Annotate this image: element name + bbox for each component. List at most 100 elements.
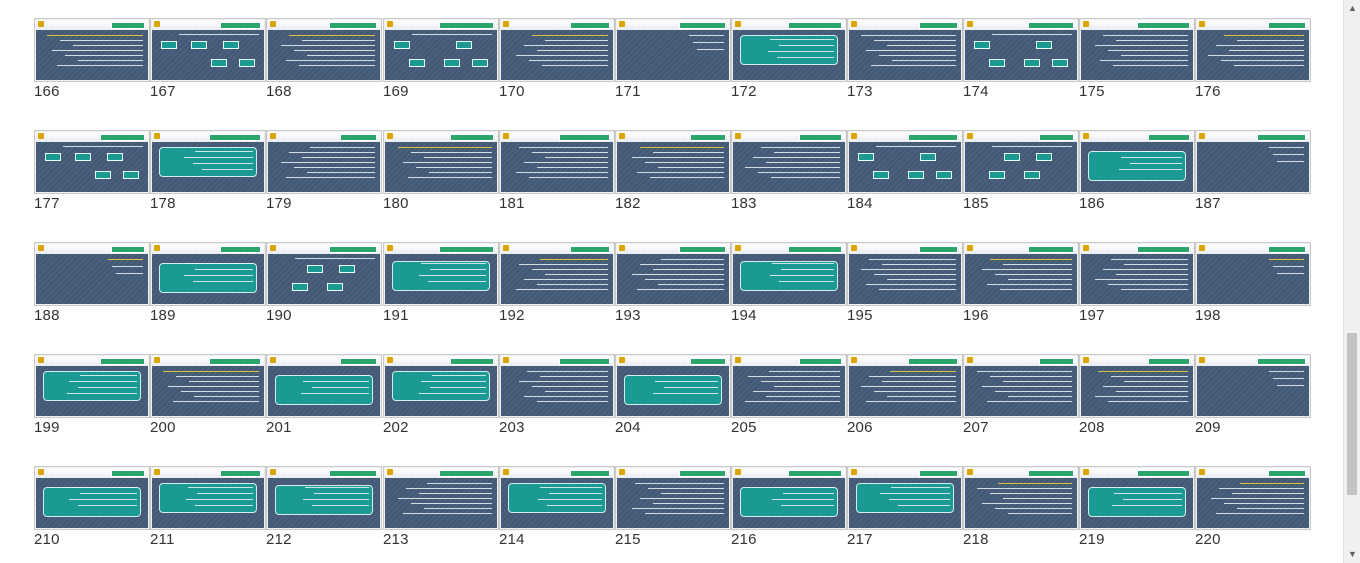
slide-thumbnail[interactable]: 192	[499, 242, 615, 330]
slide-thumbnail[interactable]: 170	[499, 18, 615, 106]
slide-thumbnail[interactable]: 185	[963, 130, 1079, 218]
slide-preview[interactable]	[34, 466, 150, 530]
slide-preview[interactable]	[150, 18, 266, 82]
slide-thumbnail[interactable]: 182	[615, 130, 731, 218]
slide-preview[interactable]	[383, 354, 499, 418]
slide-preview[interactable]	[963, 18, 1079, 82]
slide-preview[interactable]	[847, 18, 963, 82]
slide-thumbnail[interactable]: 183	[731, 130, 847, 218]
slide-thumbnail[interactable]: 220	[1195, 466, 1311, 554]
slide-thumbnail[interactable]: 214	[499, 466, 615, 554]
scroll-up-icon[interactable]: ▲	[1344, 0, 1360, 17]
slide-thumbnail[interactable]: 178	[150, 130, 266, 218]
slide-preview[interactable]	[1195, 18, 1311, 82]
slide-preview[interactable]	[150, 354, 266, 418]
slide-preview[interactable]	[963, 354, 1079, 418]
slide-preview[interactable]	[731, 18, 847, 82]
slide-preview[interactable]	[499, 466, 615, 530]
slide-preview[interactable]	[266, 354, 382, 418]
slide-preview[interactable]	[34, 18, 150, 82]
slide-thumbnail[interactable]: 212	[266, 466, 382, 554]
slide-preview[interactable]	[383, 242, 499, 306]
slide-thumbnail[interactable]: 171	[615, 18, 731, 106]
slide-thumbnail[interactable]: 181	[499, 130, 615, 218]
vertical-scrollbar[interactable]: ▲ ▼	[1343, 0, 1360, 563]
slide-preview[interactable]	[963, 466, 1079, 530]
slide-preview[interactable]	[34, 130, 150, 194]
slide-thumbnail[interactable]: 188	[34, 242, 150, 330]
slide-thumbnail[interactable]: 208	[1079, 354, 1195, 442]
slide-thumbnail[interactable]: 216	[731, 466, 847, 554]
slide-thumbnail[interactable]: 179	[266, 130, 382, 218]
slide-thumbnail[interactable]: 184	[847, 130, 963, 218]
slide-thumbnail[interactable]: 210	[34, 466, 150, 554]
slide-thumbnail[interactable]: 217	[847, 466, 963, 554]
slide-thumbnail[interactable]: 175	[1079, 18, 1195, 106]
slide-preview[interactable]	[383, 130, 499, 194]
slide-preview[interactable]	[499, 130, 615, 194]
slide-thumbnail[interactable]: 206	[847, 354, 963, 442]
slide-thumbnail[interactable]: 211	[150, 466, 266, 554]
slide-preview[interactable]	[34, 354, 150, 418]
slide-thumbnail[interactable]: 204	[615, 354, 731, 442]
slide-thumbnail[interactable]: 219	[1079, 466, 1195, 554]
slide-preview[interactable]	[1079, 354, 1195, 418]
slide-thumbnail[interactable]: 173	[847, 18, 963, 106]
slide-preview[interactable]	[266, 18, 382, 82]
slide-thumbnail[interactable]: 176	[1195, 18, 1311, 106]
slide-thumbnail[interactable]: 196	[963, 242, 1079, 330]
slide-thumbnail[interactable]: 201	[266, 354, 382, 442]
slide-thumbnail[interactable]: 209	[1195, 354, 1311, 442]
slide-thumbnail[interactable]: 213	[383, 466, 499, 554]
slide-preview[interactable]	[1195, 130, 1311, 194]
slide-thumbnail[interactable]: 172	[731, 18, 847, 106]
slide-preview[interactable]	[1079, 466, 1195, 530]
slide-preview[interactable]	[615, 242, 731, 306]
slide-thumbnail[interactable]: 169	[383, 18, 499, 106]
slide-preview[interactable]	[1195, 354, 1311, 418]
slide-thumbnail[interactable]: 207	[963, 354, 1079, 442]
slide-preview[interactable]	[1079, 242, 1195, 306]
slide-preview[interactable]	[499, 242, 615, 306]
slide-preview[interactable]	[963, 242, 1079, 306]
slide-preview[interactable]	[383, 466, 499, 530]
slide-preview[interactable]	[150, 466, 266, 530]
slide-thumbnail[interactable]: 186	[1079, 130, 1195, 218]
slide-preview[interactable]	[615, 130, 731, 194]
slide-thumbnail[interactable]: 177	[34, 130, 150, 218]
slide-preview[interactable]	[847, 242, 963, 306]
slide-preview[interactable]	[731, 242, 847, 306]
slide-thumbnail[interactable]: 205	[731, 354, 847, 442]
slide-thumbnail[interactable]: 203	[499, 354, 615, 442]
slide-thumbnail[interactable]: 195	[847, 242, 963, 330]
slide-thumbnail[interactable]: 191	[383, 242, 499, 330]
slide-thumbnail[interactable]: 168	[266, 18, 382, 106]
slide-preview[interactable]	[150, 130, 266, 194]
slide-preview[interactable]	[266, 466, 382, 530]
slide-preview[interactable]	[34, 242, 150, 306]
slide-thumbnail[interactable]: 190	[266, 242, 382, 330]
slide-thumbnail[interactable]: 202	[383, 354, 499, 442]
slide-thumbnail[interactable]: 189	[150, 242, 266, 330]
slide-preview[interactable]	[847, 354, 963, 418]
scroll-down-icon[interactable]: ▼	[1344, 546, 1360, 563]
slide-preview[interactable]	[1079, 18, 1195, 82]
slide-thumbnail[interactable]: 167	[150, 18, 266, 106]
slide-preview[interactable]	[1195, 466, 1311, 530]
slide-preview[interactable]	[383, 18, 499, 82]
slide-thumbnail[interactable]: 218	[963, 466, 1079, 554]
slide-preview[interactable]	[731, 130, 847, 194]
slide-thumbnail[interactable]: 174	[963, 18, 1079, 106]
slide-preview[interactable]	[266, 130, 382, 194]
slide-preview[interactable]	[615, 18, 731, 82]
slide-preview[interactable]	[1079, 130, 1195, 194]
slide-thumbnail[interactable]: 198	[1195, 242, 1311, 330]
slide-preview[interactable]	[150, 242, 266, 306]
slide-preview[interactable]	[499, 354, 615, 418]
slide-preview[interactable]	[963, 130, 1079, 194]
slide-thumbnail[interactable]: 180	[383, 130, 499, 218]
slide-thumbnail[interactable]: 215	[615, 466, 731, 554]
slide-thumbnail[interactable]: 194	[731, 242, 847, 330]
slide-preview[interactable]	[847, 130, 963, 194]
slide-thumbnail[interactable]: 193	[615, 242, 731, 330]
